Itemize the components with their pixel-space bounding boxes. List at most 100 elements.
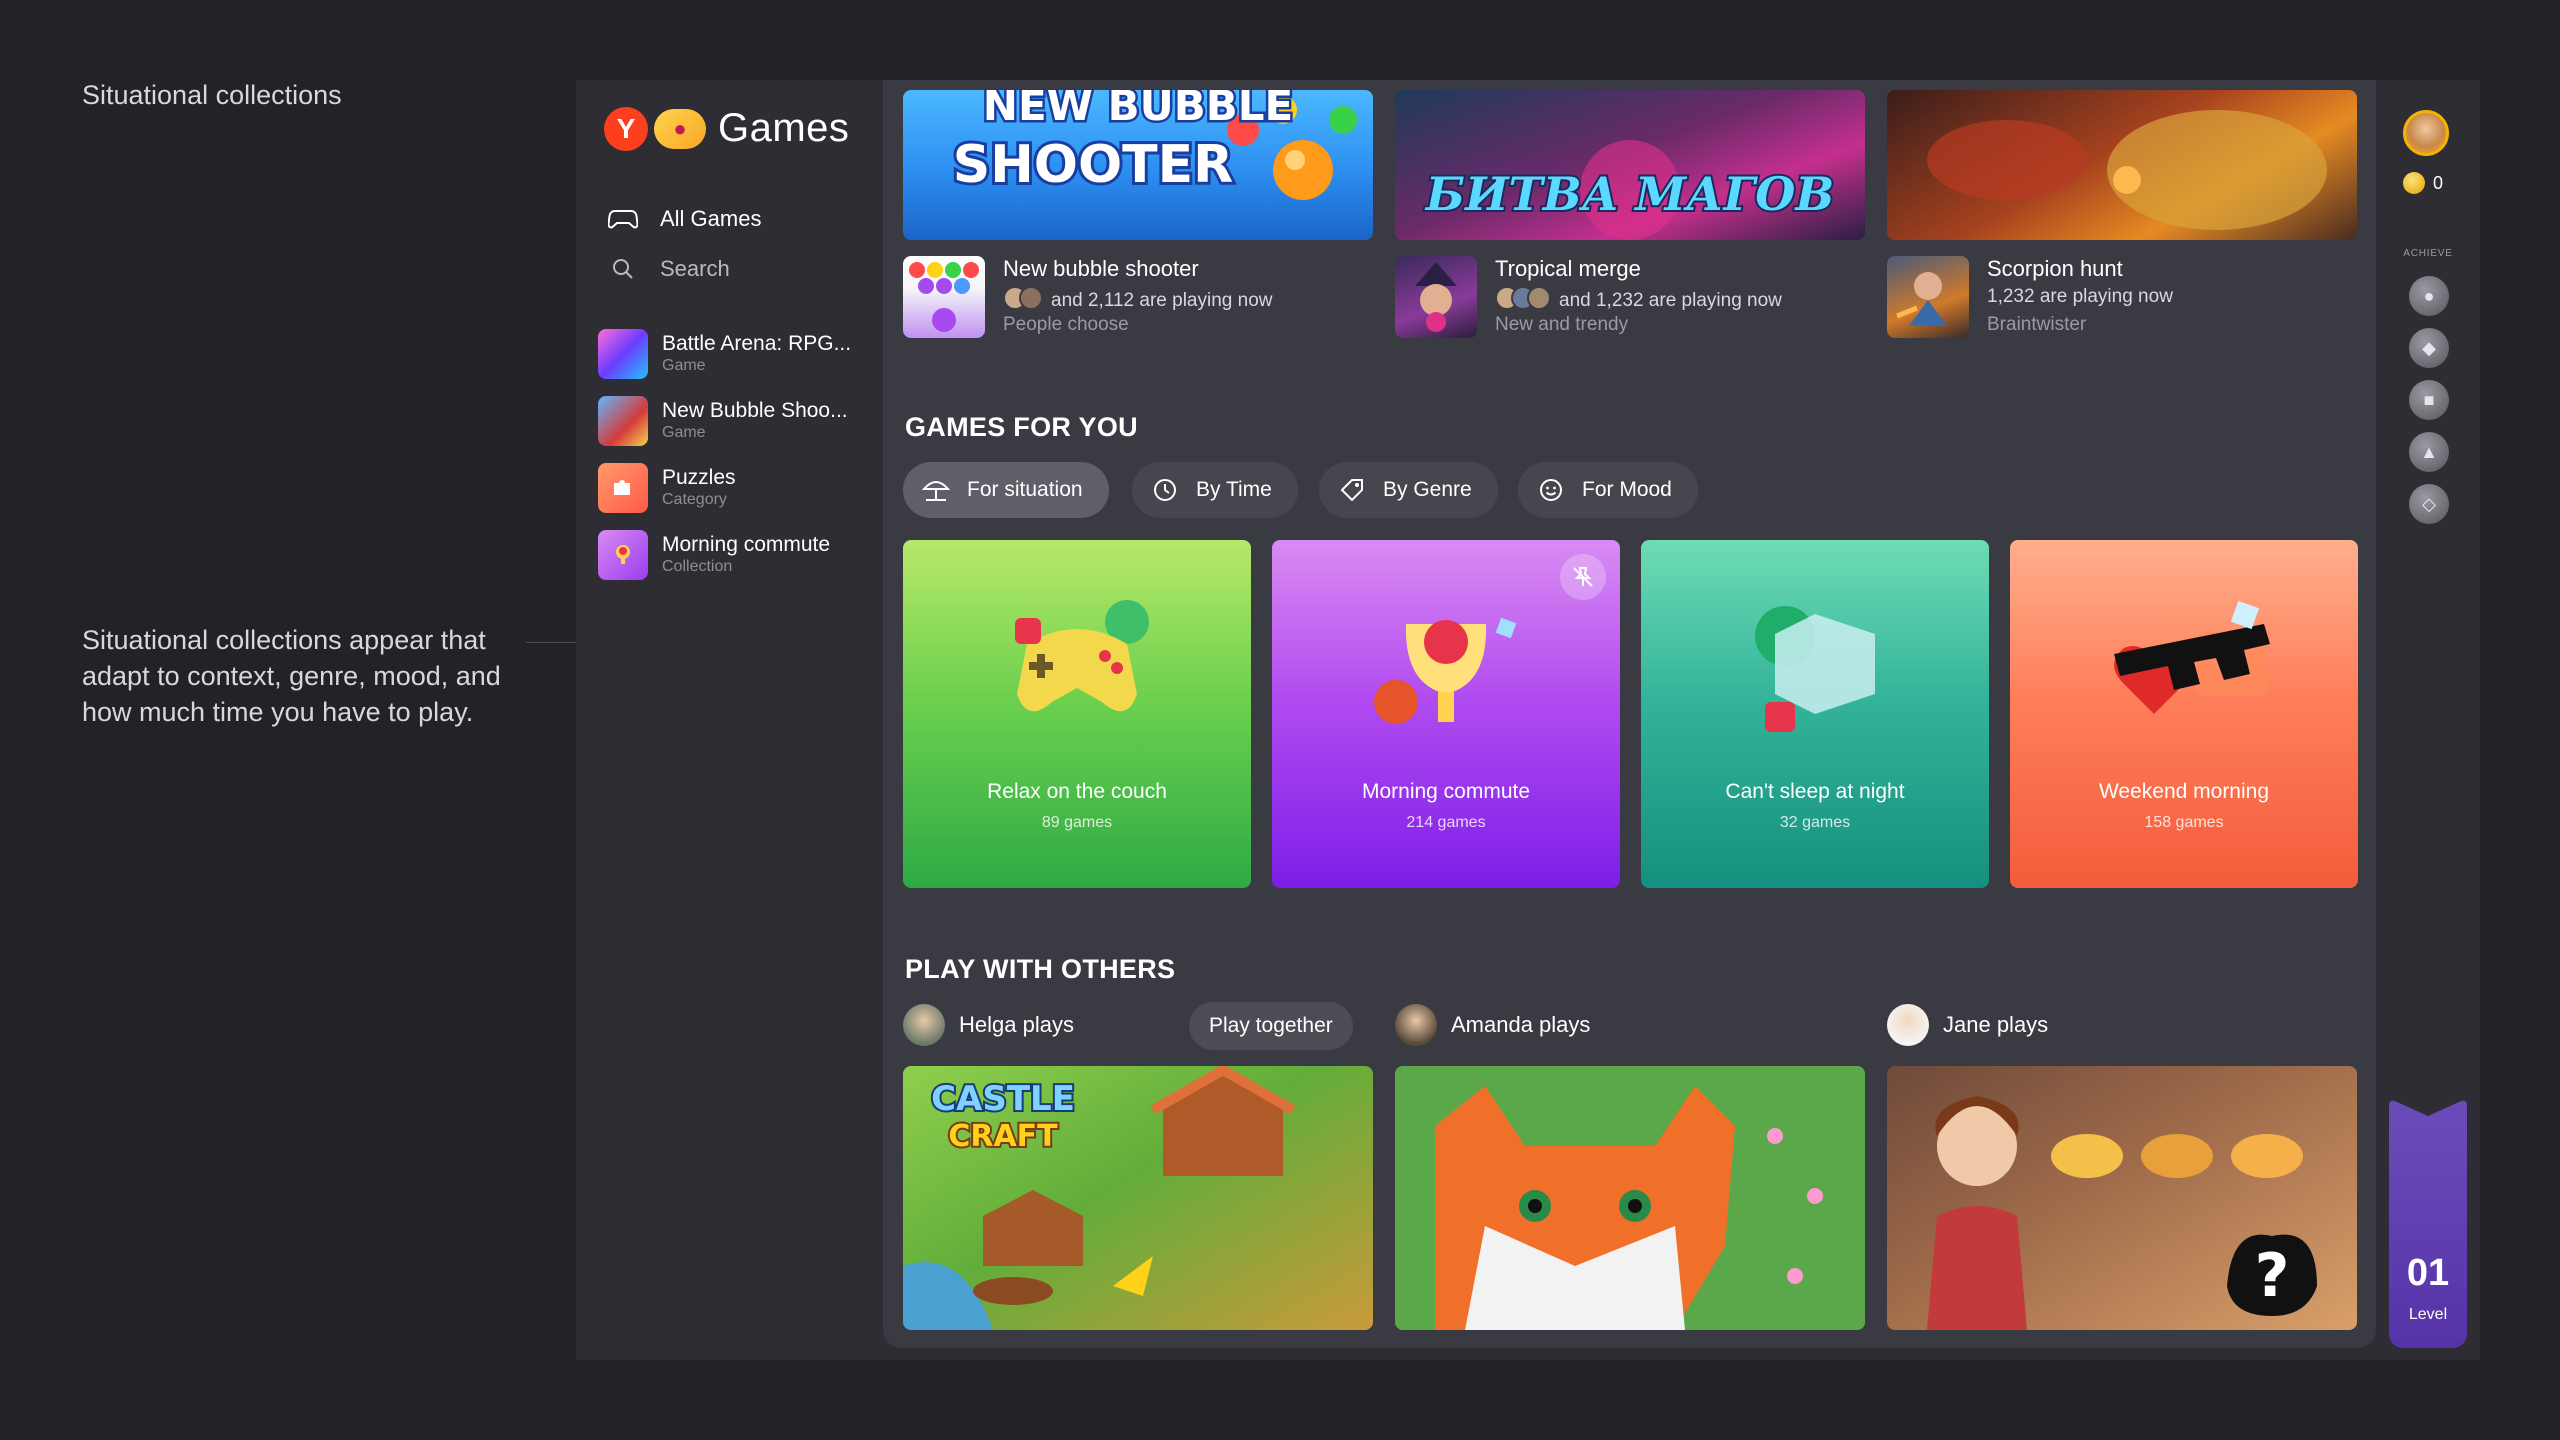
pin-off-icon[interactable]	[1560, 554, 1606, 600]
featured-card-scorpion-hunt[interactable]: Scorpion hunt 1,232 are playing now Brai…	[1887, 256, 2357, 340]
logo[interactable]: Y ● Games	[604, 106, 849, 151]
collection-title: Relax on the couch	[987, 780, 1167, 803]
player-helga[interactable]: Helga plays	[903, 1004, 1074, 1046]
puzzle-icon[interactable]: ■	[2409, 380, 2449, 420]
car-icon[interactable]: ▲	[2409, 432, 2449, 472]
clock-icon	[1150, 475, 1180, 505]
bubble-shooter-thumbnail	[598, 396, 648, 446]
featured-tag: Braintwister	[1987, 314, 2087, 335]
shield-icon[interactable]: ◆	[2409, 328, 2449, 368]
recent-item-sub: Game	[662, 424, 706, 441]
player-avatars	[1003, 286, 1043, 316]
featured-players: and 2,112 are playing now	[1003, 286, 1272, 316]
gamepad-icon	[608, 204, 638, 234]
tropical-merge-icon	[1395, 256, 1477, 338]
recent-item-title: Puzzles	[662, 466, 736, 489]
chip-by-time[interactable]: By Time	[1132, 462, 1298, 518]
recent-item-title: Morning commute	[662, 533, 831, 556]
chip-label: By Time	[1196, 478, 1272, 501]
featured-title: Tropical merge	[1495, 256, 1641, 281]
collection-card-morning-commute[interactable]: Morning commute 214 games	[1272, 540, 1620, 888]
play-together-button[interactable]: Play together	[1189, 1002, 1353, 1050]
chip-for-situation[interactable]: For situation	[903, 462, 1109, 518]
nav-all-games[interactable]: All Games	[608, 204, 761, 234]
nav-search[interactable]: Search	[608, 254, 730, 284]
main-content: NEW BUBBLE SHOOTER БИТВА МАГОВ New bubbl…	[883, 80, 2376, 1348]
coin-balance[interactable]: 0	[2403, 172, 2443, 194]
recent-item-title: Battle Arena: RPG...	[662, 332, 852, 355]
chip-label: For Mood	[1582, 478, 1672, 501]
players-count-text: 1,232 are playing now	[1987, 286, 2173, 307]
recent-item-new-bubble-shooter[interactable]: New Bubble Shoo... Game	[598, 395, 878, 447]
yandex-logo-icon: Y	[604, 106, 648, 151]
caption-title: Situational collections	[82, 80, 342, 110]
featured-players: and 1,232 are playing now	[1495, 286, 1782, 316]
featured-title: New bubble shooter	[1003, 256, 1199, 281]
collection-count: 89 games	[1041, 814, 1113, 831]
recent-item-title: New Bubble Shoo...	[662, 399, 848, 422]
achieve-label: ACHIEVE	[2403, 248, 2453, 259]
chip-for-mood[interactable]: For Mood	[1518, 462, 1698, 518]
player-avatars	[1495, 286, 1551, 316]
players-count-text: and 2,112 are playing now	[1051, 290, 1273, 311]
coin-icon	[2403, 172, 2425, 194]
game-jane-cooking[interactable]: ?	[1887, 1066, 2357, 1330]
collection-title: Morning commute	[1361, 780, 1531, 803]
game-castle-craft[interactable]: CASTLE CRAFT	[903, 1066, 1373, 1330]
level-number: 01	[2406, 1252, 2450, 1294]
recent-item-morning-commute[interactable]: Morning commute Collection	[598, 529, 878, 581]
recent-item-battle-arena[interactable]: Battle Arena: RPG... Game	[598, 328, 878, 380]
recent-item-sub: Category	[662, 491, 727, 508]
avatar	[1887, 1004, 1929, 1046]
caption-body: Situational collections appear that adap…	[82, 625, 501, 727]
user-avatar[interactable]	[2403, 110, 2449, 156]
svg-text:NEW BUBBLE: NEW BUBBLE	[983, 90, 1293, 130]
section-title-games-for-you: GAMES FOR YOU	[905, 412, 1138, 442]
chip-label: By Genre	[1383, 478, 1472, 501]
featured-card-bubble-shooter[interactable]: New bubble shooter and 2,112 are playing…	[903, 256, 1373, 340]
level-notch	[2389, 1100, 2467, 1128]
level-label: Level	[2408, 1306, 2448, 1323]
logo-text: Games	[718, 106, 850, 150]
trophy-icon	[598, 530, 648, 580]
featured-banner-bubble-shooter[interactable]: NEW BUBBLE SHOOTER	[903, 90, 1373, 240]
bomb-icon[interactable]: ●	[2409, 276, 2449, 316]
dice-icon[interactable]: ◇	[2409, 484, 2449, 524]
chip-by-genre[interactable]: By Genre	[1319, 462, 1498, 518]
nav-search-label: Search	[660, 256, 730, 281]
svg-text:CRAFT: CRAFT	[948, 1119, 1058, 1154]
collection-card-cant-sleep[interactable]: Can't sleep at night 32 games	[1641, 540, 1989, 888]
players-count-text: and 1,232 are playing now	[1559, 290, 1782, 311]
avatar	[903, 1004, 945, 1046]
battle-arena-thumbnail	[598, 329, 648, 379]
featured-title: Scorpion hunt	[1987, 256, 2123, 281]
collection-count: 158 games	[2144, 814, 2224, 831]
game-pixel-fox[interactable]	[1395, 1066, 1865, 1330]
collection-count: 32 games	[1779, 814, 1851, 831]
gamepad-icon	[1015, 600, 1149, 712]
recent-item-puzzles[interactable]: Puzzles Category	[598, 462, 878, 514]
player-amanda[interactable]: Amanda plays	[1395, 1004, 1590, 1046]
player-jane[interactable]: Jane plays	[1887, 1004, 2048, 1046]
nav-all-games-label: All Games	[660, 206, 762, 231]
search-icon	[608, 254, 638, 284]
player-name: Jane plays	[1943, 1012, 2049, 1037]
recent-item-sub: Collection	[662, 558, 733, 575]
collection-card-relax-on-couch[interactable]: Relax on the couch 89 games	[903, 540, 1251, 888]
collection-title: Weekend morning	[2098, 780, 2270, 803]
sidebar: Y ● Games All Games Search Battle Arena:…	[576, 80, 881, 1360]
featured-tag: New and trendy	[1495, 314, 1629, 335]
featured-banner-scorpion-hunt[interactable]	[1887, 90, 2357, 240]
trophy-icon	[1374, 617, 1517, 724]
pixel-sunglasses-icon	[2114, 600, 2270, 714]
right-rail: 0 ACHIEVE ● ◆ ■ ▲ ◇ 01 Level	[2389, 80, 2467, 1348]
collection-count: 214 games	[1406, 814, 1486, 831]
svg-text:БИТВА МАГОВ: БИТВА МАГОВ	[1424, 167, 1834, 221]
collection-title: Can't sleep at night	[1725, 780, 1905, 803]
app-window: Y ● Games All Games Search Battle Arena:…	[576, 80, 2480, 1360]
collection-card-weekend-morning[interactable]: Weekend morning 158 games	[2010, 540, 2358, 888]
featured-card-tropical-merge[interactable]: Tropical merge and 1,232 are playing now…	[1395, 256, 1865, 340]
featured-banner-tropical-merge[interactable]: БИТВА МАГОВ	[1395, 90, 1865, 240]
player-name: Helga plays	[959, 1012, 1074, 1037]
level-card[interactable]: 01 Level	[2389, 1100, 2467, 1348]
